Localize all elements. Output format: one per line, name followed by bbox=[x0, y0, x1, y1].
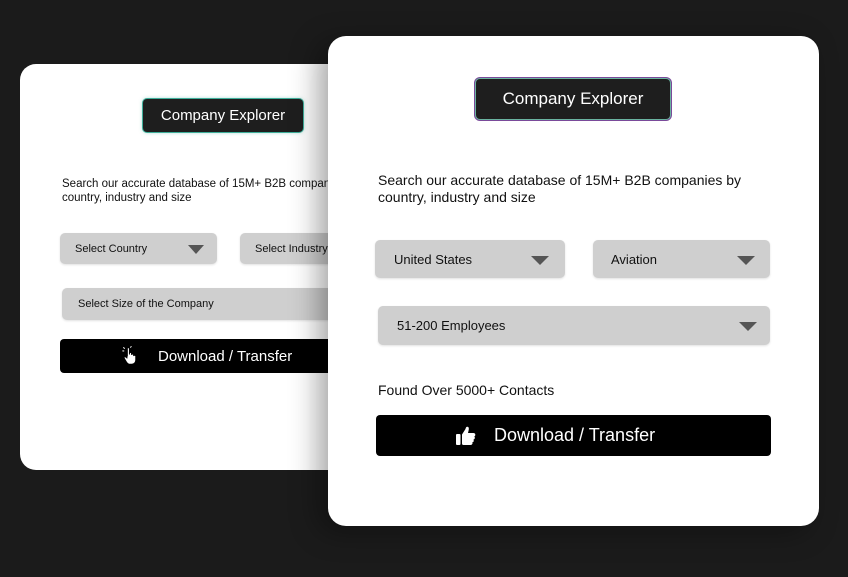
chevron-down-icon bbox=[531, 256, 549, 265]
back-download-button[interactable]: Download / Transfer bbox=[60, 339, 360, 373]
chevron-down-icon bbox=[188, 245, 204, 254]
back-download-label: Download / Transfer bbox=[158, 347, 293, 365]
download-transfer-label: Download / Transfer bbox=[494, 425, 656, 445]
company-size-select-value: 51-200 Employees bbox=[397, 318, 506, 333]
chevron-down-icon bbox=[737, 256, 755, 265]
back-card-title: Company Explorer bbox=[143, 99, 303, 132]
country-select[interactable]: United States bbox=[375, 240, 565, 278]
industry-select-value: Aviation bbox=[611, 251, 658, 267]
results-count-text: Found Over 5000+ Contacts bbox=[378, 382, 555, 398]
back-country-select[interactable]: Select Country bbox=[60, 233, 217, 264]
country-select-value: United States bbox=[394, 251, 473, 267]
back-size-select[interactable]: Select Size of the Company bbox=[62, 288, 362, 320]
back-industry-select-label: Select Industry bbox=[255, 242, 328, 255]
front-card-title: Company Explorer bbox=[476, 79, 670, 119]
back-country-select-label: Select Country bbox=[75, 242, 148, 255]
thumbs-up-icon bbox=[454, 424, 478, 448]
industry-select[interactable]: Aviation bbox=[593, 240, 770, 278]
back-size-select-label: Select Size of the Company bbox=[78, 298, 214, 310]
pointing-hand-icon bbox=[120, 345, 142, 367]
company-size-select[interactable]: 51-200 Employees bbox=[378, 306, 770, 345]
front-card: Company Explorer Search our accurate dat… bbox=[328, 36, 819, 526]
chevron-down-icon bbox=[739, 322, 757, 331]
download-transfer-button[interactable]: Download / Transfer bbox=[376, 415, 771, 456]
front-card-description: Search our accurate database of 15M+ B2B… bbox=[378, 172, 742, 205]
